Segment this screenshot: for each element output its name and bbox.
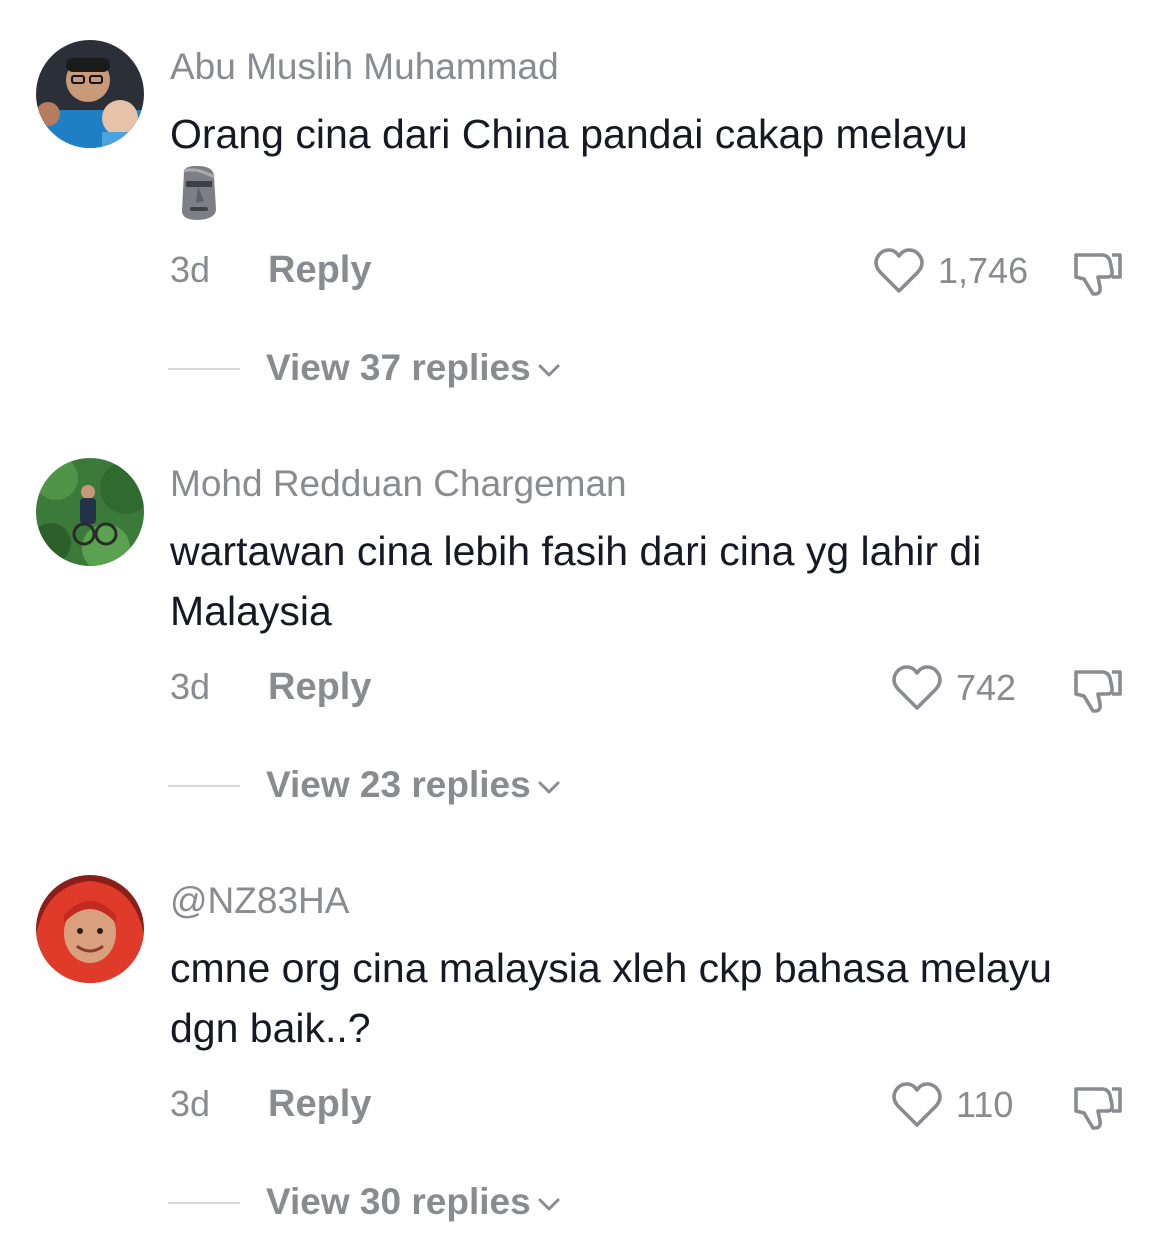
- moai-emoji-icon: [176, 165, 220, 221]
- like-count: 742: [956, 667, 1017, 708]
- comment-time: 3d: [170, 249, 211, 290]
- username[interactable]: @NZ83HA: [170, 879, 349, 923]
- thumbs-down-icon[interactable]: [1072, 664, 1124, 714]
- comment-time: 3d: [170, 1083, 211, 1124]
- like-count: 1,746: [938, 250, 1029, 291]
- heart-outline-icon[interactable]: [892, 665, 942, 711]
- view-replies-button[interactable]: View 30 replies: [266, 1180, 561, 1224]
- username[interactable]: Abu Muslih Muhammad: [170, 45, 559, 89]
- heart-outline-icon[interactable]: [892, 1082, 942, 1128]
- like-count: 110: [956, 1084, 1014, 1125]
- chevron-down-icon: [537, 362, 561, 378]
- view-replies-label: View 30 replies: [266, 1181, 531, 1222]
- view-replies-label: View 37 replies: [266, 347, 531, 388]
- comment-time: 3d: [170, 666, 211, 707]
- username[interactable]: Mohd Redduan Chargeman: [170, 462, 627, 506]
- thumbs-down-icon[interactable]: [1072, 247, 1124, 297]
- replies-divider: [168, 785, 240, 787]
- comment-text: cmne org cina malaysia xleh ckp bahasa m…: [170, 945, 1052, 1051]
- reply-button[interactable]: Reply: [268, 665, 371, 709]
- avatar[interactable]: [36, 458, 144, 566]
- reply-button[interactable]: Reply: [268, 1082, 371, 1126]
- view-replies-label: View 23 replies: [266, 764, 531, 805]
- reply-button[interactable]: Reply: [268, 248, 371, 292]
- replies-divider: [168, 368, 240, 370]
- chevron-down-icon: [537, 1196, 561, 1212]
- heart-outline-icon[interactable]: [874, 248, 924, 294]
- replies-divider: [168, 1202, 240, 1204]
- view-replies-button[interactable]: View 23 replies: [266, 763, 561, 807]
- avatar[interactable]: [36, 875, 144, 983]
- comment-text: Orang cina dari China pandai cakap melay…: [170, 111, 968, 157]
- avatar[interactable]: [36, 40, 144, 148]
- chevron-down-icon: [537, 779, 561, 795]
- thumbs-down-icon[interactable]: [1072, 1081, 1124, 1131]
- comment-text: wartawan cina lebih fasih dari cina yg l…: [170, 528, 982, 634]
- view-replies-button[interactable]: View 37 replies: [266, 346, 561, 390]
